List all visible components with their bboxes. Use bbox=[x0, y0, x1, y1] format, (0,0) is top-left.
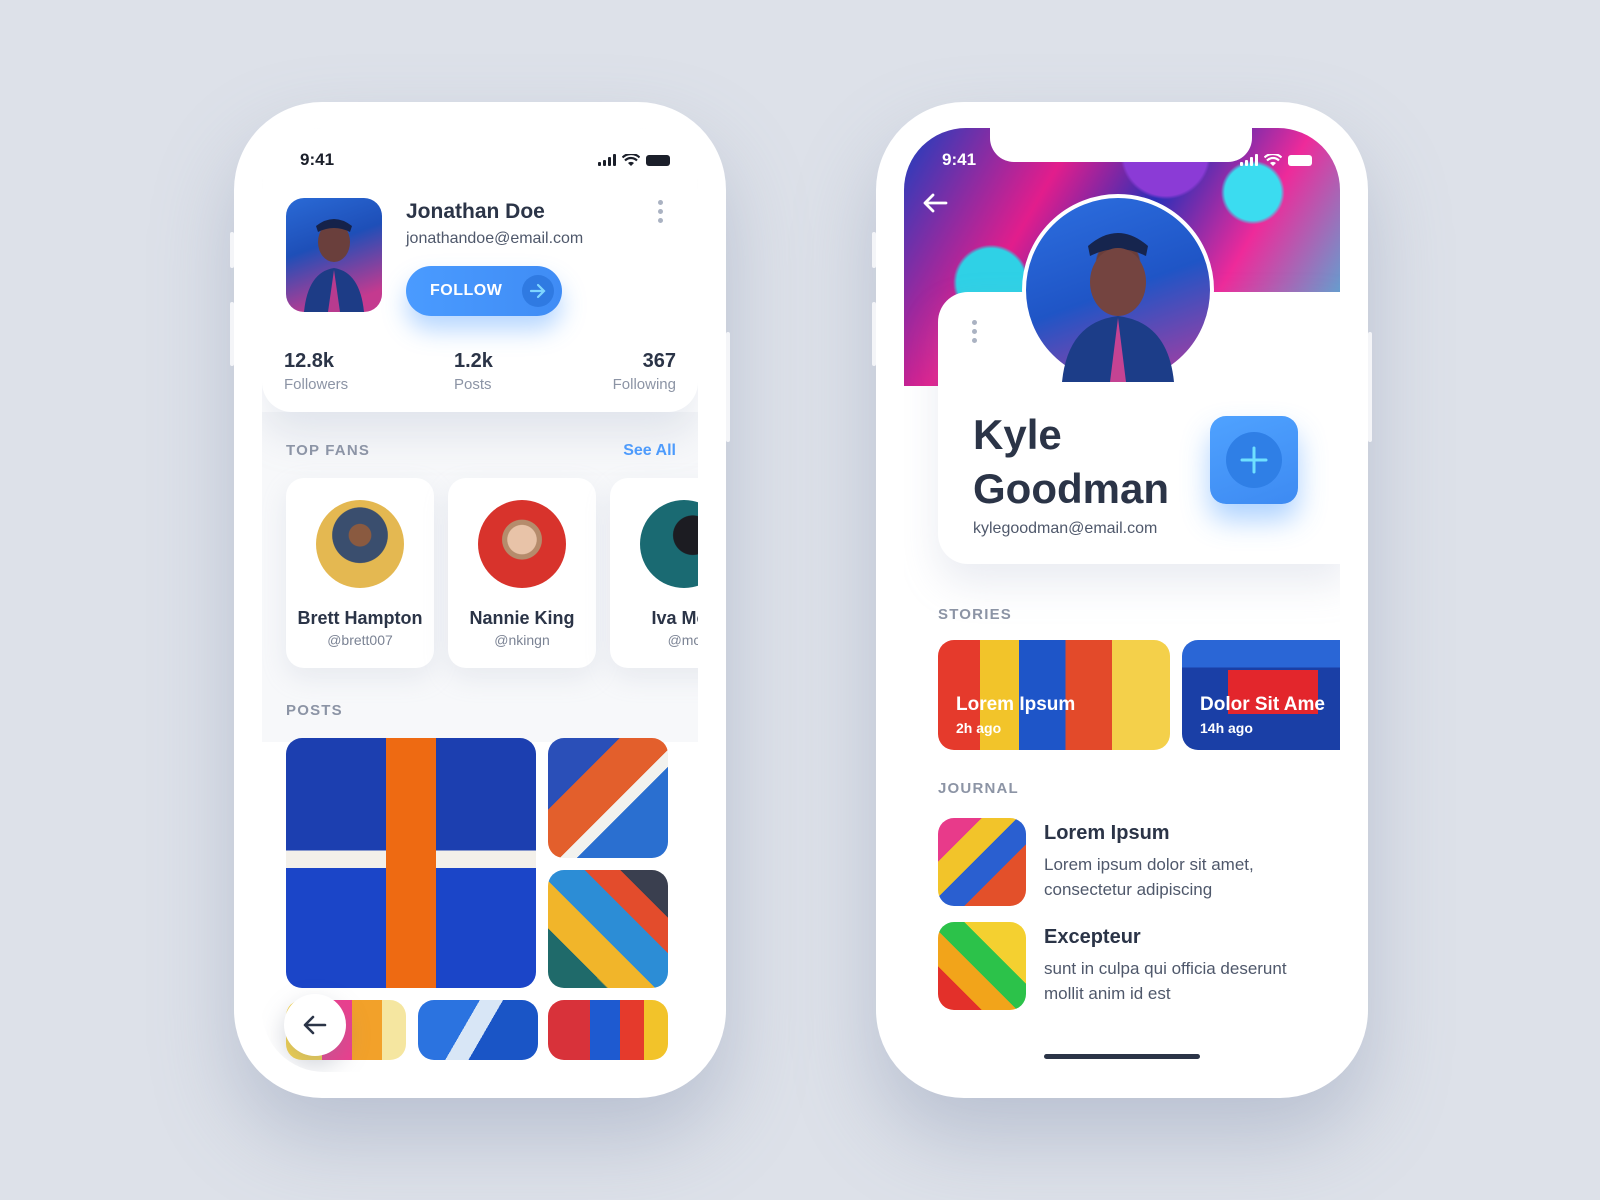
home-indicator bbox=[1044, 1054, 1200, 1059]
post-image[interactable] bbox=[418, 1000, 538, 1060]
fan-name: Nannie King bbox=[469, 608, 575, 628]
profile-name: Jonathan Doe bbox=[406, 200, 545, 223]
profile-avatar[interactable] bbox=[1022, 194, 1214, 386]
right-screen: 9:41 Kyle Goodman kylegoodman@email.com bbox=[904, 128, 1340, 1072]
stat-following[interactable]: 367 Following bbox=[613, 350, 676, 393]
mute-switch bbox=[872, 232, 876, 268]
left-screen: 9:41 Jonathan Doe jonathandoe@email.com bbox=[262, 128, 698, 1072]
journal-thumbnail bbox=[938, 922, 1026, 1010]
power-button bbox=[726, 332, 730, 442]
wifi-icon bbox=[1264, 153, 1282, 166]
fan-avatar bbox=[478, 500, 566, 588]
fan-card[interactable]: Brett Hampton @brett007 bbox=[286, 478, 434, 668]
fan-handle: @brett007 bbox=[327, 632, 393, 648]
fan-name: Brett Hampton bbox=[297, 608, 423, 628]
battery-icon bbox=[646, 154, 670, 166]
stat-followers[interactable]: 12.8k Followers bbox=[284, 350, 348, 393]
phone-left: 9:41 Jonathan Doe jonathandoe@email.com bbox=[230, 102, 730, 1098]
follow-button[interactable]: FOLLOW bbox=[406, 266, 562, 316]
journal-item[interactable]: Lorem Ipsum Lorem ipsum dolor sit amet, … bbox=[938, 818, 1330, 910]
power-button bbox=[1368, 332, 1372, 442]
follow-label: FOLLOW bbox=[430, 282, 503, 299]
story-card[interactable]: Dolor Sit Ame 14h ago bbox=[1182, 640, 1340, 750]
fan-handle: @nkingn bbox=[494, 632, 550, 648]
fan-card[interactable]: Iva Mck @mc bbox=[610, 478, 698, 668]
battery-icon bbox=[1288, 154, 1312, 166]
plus-icon bbox=[1226, 432, 1282, 488]
arrow-left-icon bbox=[303, 1015, 327, 1035]
phone-right: 9:41 Kyle Goodman kylegoodman@email.com bbox=[872, 102, 1372, 1098]
see-all-link[interactable]: See All bbox=[623, 442, 676, 460]
status-time: 9:41 bbox=[300, 150, 335, 169]
volume-up-button bbox=[872, 302, 876, 366]
story-title: Lorem Ipsum bbox=[956, 694, 1076, 715]
signal-icon bbox=[598, 154, 616, 166]
profile-avatar[interactable] bbox=[286, 198, 382, 312]
post-image[interactable] bbox=[548, 1000, 668, 1060]
more-options-icon[interactable] bbox=[972, 320, 977, 343]
more-options-icon[interactable] bbox=[658, 200, 663, 223]
story-time: 14h ago bbox=[1200, 720, 1253, 736]
story-title: Dolor Sit Ame bbox=[1200, 694, 1325, 715]
story-time: 2h ago bbox=[956, 720, 1002, 736]
back-button[interactable] bbox=[284, 994, 346, 1056]
fan-avatar bbox=[640, 500, 698, 588]
journal-item-title: Lorem Ipsum bbox=[1044, 822, 1170, 844]
journal-item-text: Lorem ipsum dolor sit amet, consectetur … bbox=[1044, 855, 1254, 899]
top-fans-title: TOP FANS bbox=[286, 442, 371, 459]
profile-name: Kyle Goodman bbox=[973, 411, 1169, 512]
status-bar: 9:41 bbox=[942, 148, 1312, 172]
story-card[interactable]: Lorem Ipsum 2h ago bbox=[938, 640, 1170, 750]
posts-title: POSTS bbox=[286, 702, 343, 719]
profile-email: jonathandoe@email.com bbox=[406, 230, 584, 247]
post-image[interactable] bbox=[286, 738, 536, 988]
back-button[interactable] bbox=[922, 192, 948, 219]
volume-up-button bbox=[230, 302, 234, 366]
add-button[interactable] bbox=[1210, 416, 1298, 504]
status-time: 9:41 bbox=[942, 150, 977, 169]
stat-posts[interactable]: 1.2k Posts bbox=[454, 350, 493, 393]
arrow-left-icon bbox=[923, 193, 948, 213]
journal-item[interactable]: Excepteur sunt in culpa qui officia dese… bbox=[938, 922, 1330, 1014]
journal-item-title: Excepteur bbox=[1044, 926, 1141, 948]
fan-card[interactable]: Nannie King @nkingn bbox=[448, 478, 596, 668]
profile-card: 9:41 Jonathan Doe jonathandoe@email.com bbox=[262, 128, 698, 412]
post-image[interactable] bbox=[548, 870, 668, 988]
arrow-right-icon bbox=[522, 275, 554, 307]
fan-name: Iva Mck bbox=[651, 608, 698, 628]
signal-icon bbox=[1240, 154, 1258, 166]
journal-thumbnail bbox=[938, 818, 1026, 906]
post-image[interactable] bbox=[548, 738, 668, 858]
wifi-icon bbox=[622, 153, 640, 166]
mute-switch bbox=[230, 232, 234, 268]
journal-item-text: sunt in culpa qui officia deserunt molli… bbox=[1044, 959, 1287, 1003]
fan-avatar bbox=[316, 500, 404, 588]
status-bar: 9:41 bbox=[300, 148, 670, 172]
fan-handle: @mc bbox=[667, 632, 698, 648]
journal-title: JOURNAL bbox=[938, 780, 1019, 797]
stories-title: STORIES bbox=[938, 606, 1012, 623]
profile-email: kylegoodman@email.com bbox=[973, 520, 1158, 537]
